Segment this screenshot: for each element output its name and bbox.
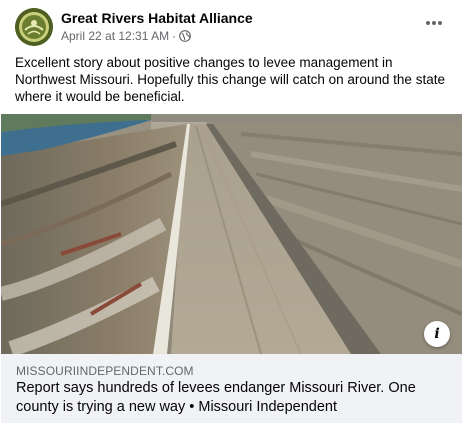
link-domain: MISSOURIINDEPENDENT.COM bbox=[16, 364, 194, 378]
more-options-icon[interactable] bbox=[422, 14, 446, 32]
page-name-link[interactable]: Great Rivers Habitat Alliance bbox=[61, 10, 253, 26]
link-title[interactable]: Report says hundreds of levees endanger … bbox=[16, 379, 456, 417]
globe-icon bbox=[179, 30, 191, 42]
aerial-levee-photo bbox=[1, 114, 462, 354]
post-header: Great Rivers Habitat Alliance April 22 a… bbox=[15, 8, 450, 50]
meta-separator: · bbox=[172, 29, 177, 43]
facebook-post: Great Rivers Habitat Alliance April 22 a… bbox=[0, 0, 463, 423]
link-preview-card[interactable]: MISSOURIINDEPENDENT.COM Report says hund… bbox=[1, 354, 462, 423]
post-timestamp[interactable]: April 22 at 12:31 AM bbox=[61, 29, 169, 43]
post-meta: April 22 at 12:31 AM · bbox=[61, 29, 191, 43]
info-icon[interactable]: i bbox=[424, 321, 450, 347]
link-preview-image[interactable]: i bbox=[1, 114, 462, 354]
page-avatar[interactable] bbox=[15, 8, 53, 46]
post-caption: Excellent story about positive changes t… bbox=[15, 55, 445, 104]
